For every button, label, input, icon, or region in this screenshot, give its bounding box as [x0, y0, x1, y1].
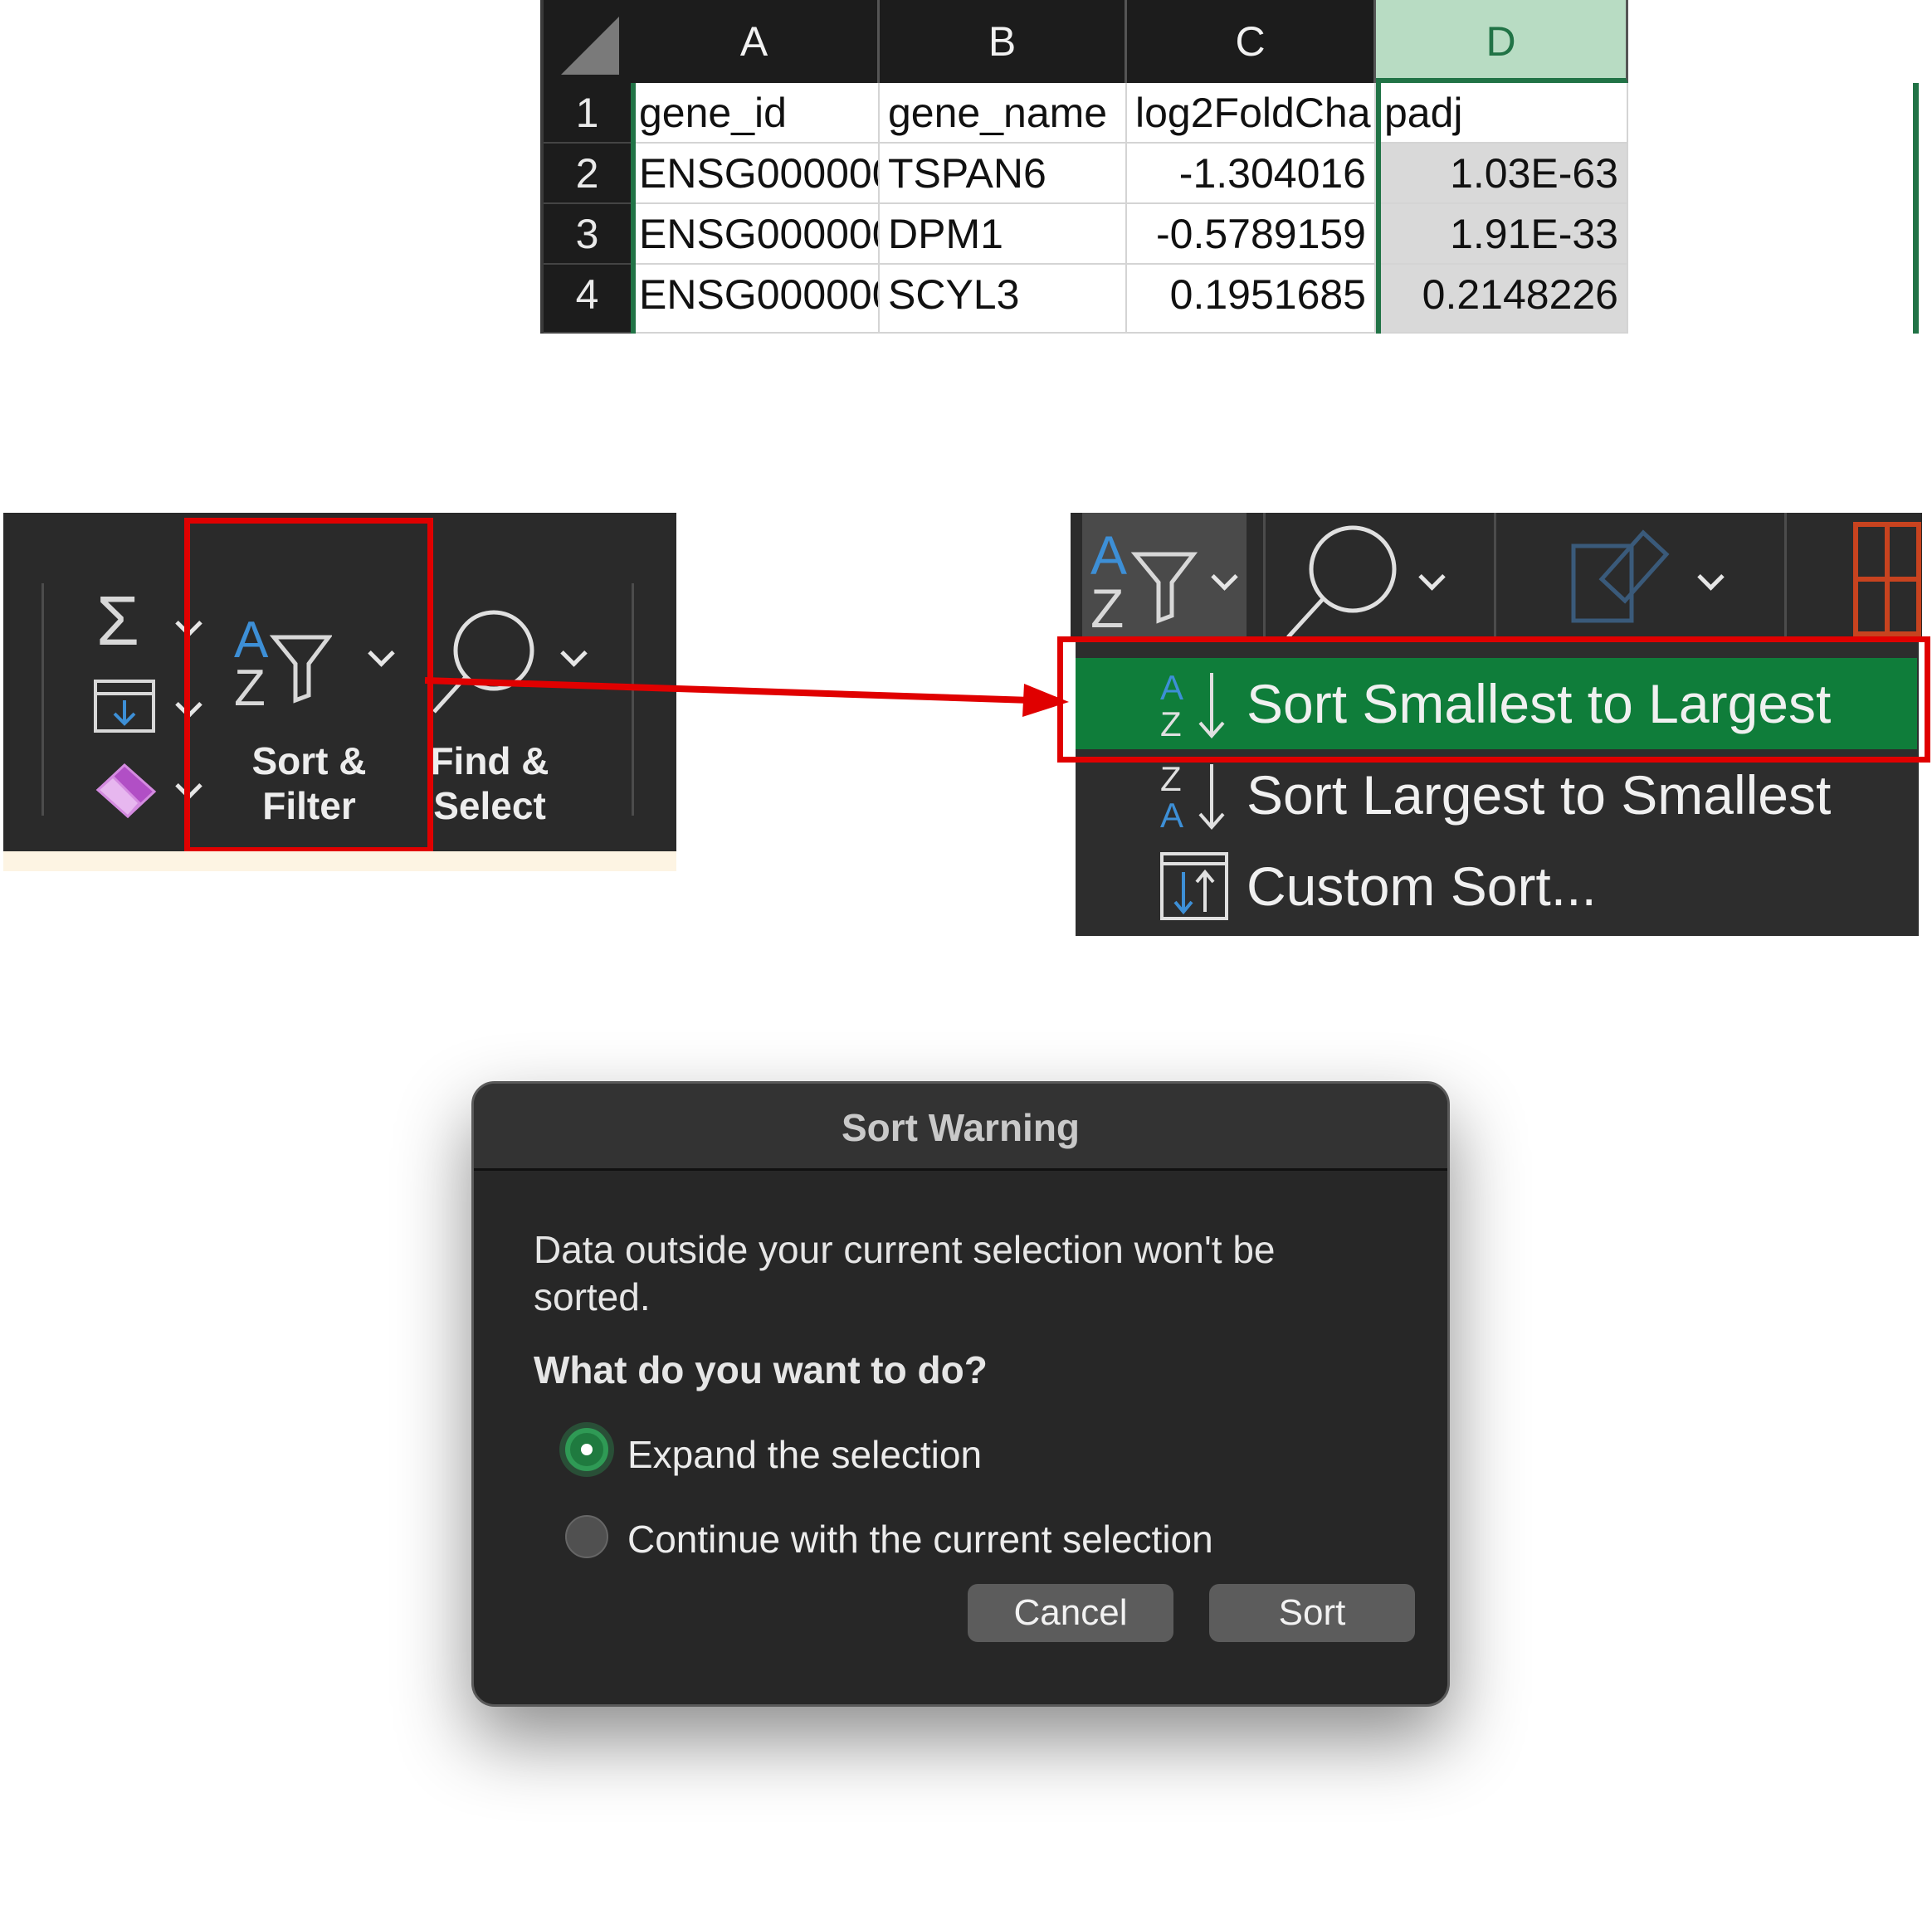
menu-item-label: Custom Sort...: [1247, 855, 1597, 917]
radio-continue-current[interactable]: [565, 1515, 608, 1558]
cell-d2[interactable]: 1.03E-63: [1376, 144, 1628, 204]
cancel-button[interactable]: Cancel: [968, 1584, 1173, 1642]
row-header-3[interactable]: 3: [544, 204, 631, 265]
cell-d4[interactable]: 0.2148226: [1376, 265, 1628, 334]
selection-border-right: [1913, 83, 1919, 334]
cell-b2[interactable]: TSPAN6: [880, 144, 1127, 204]
row-header-1[interactable]: 1: [544, 83, 631, 144]
sort-filter-button-active[interactable]: A Z: [1082, 513, 1247, 641]
cell-b3[interactable]: DPM1: [880, 204, 1127, 265]
fill-icon[interactable]: [93, 679, 156, 733]
menu-item-sort-descending[interactable]: Z A Sort Largest to Smallest: [1076, 749, 1917, 841]
cell-c3[interactable]: -0.5789159: [1127, 204, 1376, 265]
row-header-selection-border: [631, 83, 636, 334]
svg-text:Z: Z: [1160, 759, 1182, 798]
cell-a3[interactable]: ENSG000000: [631, 204, 880, 265]
sum-icon[interactable]: Σ: [96, 586, 139, 655]
dialog-titlebar: Sort Warning: [474, 1084, 1447, 1171]
row-header-2[interactable]: 2: [544, 144, 631, 204]
chevron-down-icon[interactable]: [1697, 563, 1725, 591]
sort-warning-dialog: Sort Warning Data outside your current s…: [471, 1081, 1450, 1707]
row-header-4[interactable]: 4: [544, 265, 631, 334]
divider: [1494, 513, 1496, 641]
divider: [1784, 513, 1787, 641]
divider: [41, 583, 44, 816]
chevron-down-icon[interactable]: [1418, 563, 1446, 591]
arrow-annotation: [425, 677, 1069, 717]
column-header-c[interactable]: C: [1127, 0, 1376, 83]
sort-filter-icon: A Z: [1090, 524, 1198, 632]
dialog-question: What do you want to do?: [534, 1348, 988, 1391]
addins-icon[interactable]: [1851, 521, 1922, 637]
find-icon[interactable]: [1278, 521, 1403, 641]
find-select-label: Select: [433, 784, 546, 827]
ribbon-toolbar-partial: A Z: [1071, 513, 1922, 641]
cell-d1[interactable]: padj: [1376, 83, 1628, 144]
spreadsheet: A B C D 1 2 3 4 gene_id gene_name log2Fo…: [540, 0, 1919, 334]
cell-c4[interactable]: 0.1951685: [1127, 265, 1376, 334]
find-select-label: Find &: [430, 739, 549, 782]
eraser-icon[interactable]: [91, 762, 158, 820]
column-header-d[interactable]: D: [1376, 0, 1628, 83]
sort-descending-icon: Z A: [1160, 759, 1225, 831]
svg-text:A: A: [1160, 796, 1183, 831]
sensitivity-icon[interactable]: [1569, 521, 1676, 629]
cell-b1[interactable]: gene_name: [880, 83, 1127, 144]
select-all-corner[interactable]: [544, 0, 631, 83]
cell-c2[interactable]: -1.304016: [1127, 144, 1376, 204]
menu-item-label: Sort Largest to Smallest: [1247, 764, 1832, 826]
cell-a2[interactable]: ENSG000000: [631, 144, 880, 204]
sort-button[interactable]: Sort: [1209, 1584, 1415, 1642]
svg-text:Z: Z: [1090, 577, 1124, 632]
divider: [1263, 513, 1266, 641]
ribbon-bottom-strip: [3, 851, 676, 871]
svg-text:A: A: [1090, 524, 1127, 586]
highlight-box: [184, 518, 433, 853]
chevron-down-icon: [1211, 563, 1238, 591]
cell-a4[interactable]: ENSG000000: [631, 265, 880, 334]
cell-c1[interactable]: log2FoldCha: [1127, 83, 1376, 144]
column-header-a[interactable]: A: [631, 0, 880, 83]
cell-d3[interactable]: 1.91E-33: [1376, 204, 1628, 265]
custom-sort-icon: [1160, 852, 1228, 920]
highlight-box: [1057, 636, 1930, 763]
cell-b4[interactable]: SCYL3: [880, 265, 1127, 334]
selection-border-left: [1376, 83, 1381, 334]
radio-label[interactable]: Continue with the current selection: [627, 1517, 1213, 1562]
dialog-title: Sort Warning: [841, 1106, 1081, 1149]
radio-expand-selection[interactable]: [565, 1428, 608, 1471]
chevron-down-icon: [560, 640, 588, 667]
cell-a1[interactable]: gene_id: [631, 83, 880, 144]
column-header-b[interactable]: B: [880, 0, 1127, 83]
dialog-message: Data outside your current selection won'…: [534, 1228, 1276, 1318]
menu-item-custom-sort[interactable]: Custom Sort...: [1076, 841, 1917, 932]
radio-label[interactable]: Expand the selection: [627, 1432, 982, 1477]
